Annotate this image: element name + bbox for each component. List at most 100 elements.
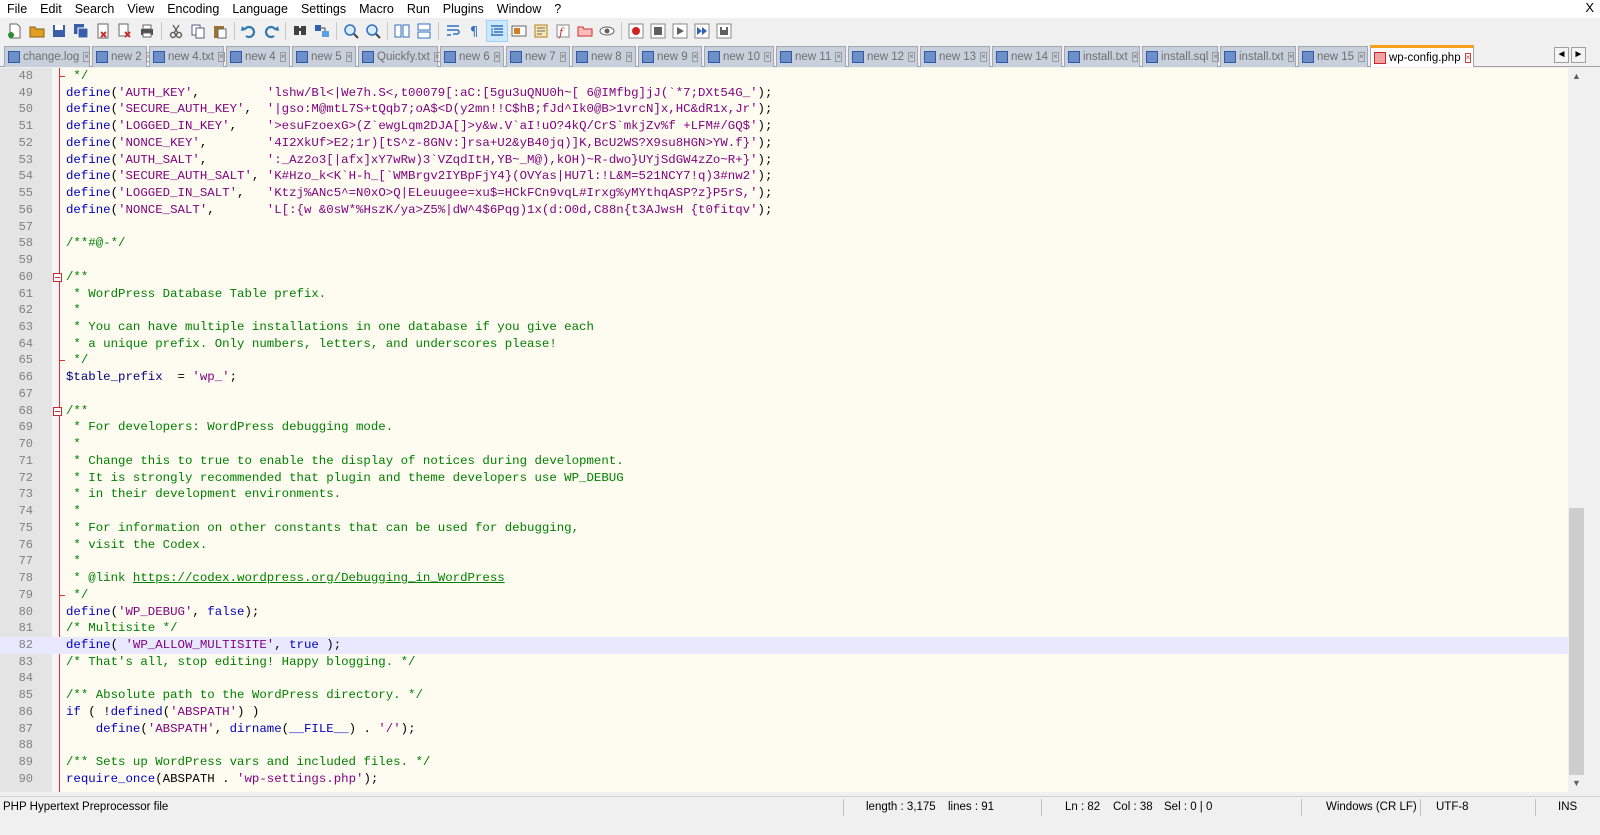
code-line[interactable]: 61 * WordPress Database Table prefix.	[0, 286, 1568, 303]
copy-icon[interactable]	[187, 20, 209, 42]
code-line[interactable]: 57	[0, 219, 1568, 236]
save-all-icon[interactable]	[70, 20, 92, 42]
code-line[interactable]: 75 * For information on other constants …	[0, 520, 1568, 537]
tab-change-log[interactable]: change.log ×	[4, 46, 90, 67]
open-file-icon[interactable]	[26, 20, 48, 42]
tab-close-icon[interactable]: ×	[1358, 52, 1365, 62]
code-line[interactable]: 79 */	[0, 587, 1568, 604]
tab-close-icon[interactable]: ×	[691, 52, 699, 62]
tab-new-13[interactable]: new 13 ×	[920, 46, 990, 67]
code-line[interactable]: 71 * Change this to true to enable the d…	[0, 453, 1568, 470]
sync-vertical-icon[interactable]	[391, 20, 413, 42]
zoom-out-icon[interactable]	[362, 20, 384, 42]
tab-new-2[interactable]: new 2×	[92, 46, 153, 67]
code-line[interactable]: 77 *	[0, 553, 1568, 570]
cut-icon[interactable]	[165, 20, 187, 42]
tab-close-icon[interactable]: ×	[1287, 52, 1295, 62]
word-wrap-icon[interactable]	[442, 20, 464, 42]
code-line[interactable]: 76 * visit the Codex.	[0, 537, 1568, 554]
sync-horizontal-icon[interactable]	[413, 20, 435, 42]
code-line[interactable]: 70 *	[0, 436, 1568, 453]
menu-view[interactable]: View	[120, 0, 160, 18]
status-insert-mode[interactable]: INS	[1558, 797, 1577, 818]
tab-scroll-left-button[interactable]: ◄	[1554, 47, 1569, 63]
code-line[interactable]: 65 */	[0, 352, 1568, 369]
menu-encoding[interactable]: Encoding	[160, 0, 225, 18]
tab-wp-config-php[interactable]: wp-config.php ×	[1370, 45, 1474, 67]
code-line[interactable]: 74 *	[0, 503, 1568, 520]
code-line[interactable]: 82 define( 'WP_ALLOW_MULTISITE', true );	[0, 636, 1568, 654]
new-file-icon[interactable]	[4, 20, 26, 42]
code-line[interactable]: 87 define('ABSPATH', dirname(__FILE__) .…	[0, 721, 1568, 738]
menu-settings[interactable]: Settings	[294, 0, 352, 18]
code-line[interactable]: 83 /* That's all, stop editing! Happy blo…	[0, 654, 1568, 671]
close-window-button[interactable]: X	[1585, 0, 1594, 16]
code-line[interactable]: 60 /**	[0, 269, 1568, 286]
tab-close-icon[interactable]: ×	[764, 52, 771, 62]
tab-new-12[interactable]: new 12 ×	[848, 46, 918, 67]
save-icon[interactable]	[48, 20, 70, 42]
zoom-in-icon[interactable]	[340, 20, 362, 42]
scroll-thumb[interactable]	[1569, 508, 1584, 775]
doc-map-icon[interactable]	[530, 20, 552, 42]
code-line[interactable]: 48 */	[0, 68, 1568, 85]
tab-close-icon[interactable]: ×	[1131, 52, 1139, 62]
undo-icon[interactable]	[238, 20, 260, 42]
code-line[interactable]: 88	[0, 737, 1568, 754]
tab-close-icon[interactable]: ×	[1464, 52, 1472, 63]
code-line[interactable]: 56 define('NONCE_SALT', 'L[:{w &0sW*%HszK…	[0, 202, 1568, 219]
code-line[interactable]: 68 /**	[0, 403, 1568, 420]
tab-close-icon[interactable]: ×	[218, 52, 225, 62]
tab-new-10[interactable]: new 10 ×	[704, 46, 774, 67]
tab-install-sql[interactable]: install.sql ×	[1142, 46, 1219, 67]
tab-close-icon[interactable]: ×	[345, 52, 353, 62]
tab-install-txt[interactable]: install.txt ×	[1064, 46, 1140, 67]
tab-close-icon[interactable]: ×	[908, 52, 915, 62]
stop-macro-icon[interactable]	[647, 20, 669, 42]
tab-new-4-txt[interactable]: new 4.txt ×	[149, 46, 225, 67]
code-line[interactable]: 59	[0, 252, 1568, 269]
tab-new-8[interactable]: new 8 ×	[572, 46, 636, 67]
menu-run[interactable]: Run	[400, 0, 436, 18]
code-line[interactable]: 85 /** Absolute path to the WordPress dir…	[0, 687, 1568, 704]
tab-new-5[interactable]: new 5 ×	[292, 46, 356, 67]
menu-macro[interactable]: Macro	[352, 0, 400, 18]
function-list-icon[interactable]: f	[552, 20, 574, 42]
tab-close-icon[interactable]: ×	[1052, 52, 1059, 62]
code-line[interactable]: 81 /* Multisite */	[0, 620, 1568, 637]
save-macro-icon[interactable]	[713, 20, 735, 42]
paste-icon[interactable]	[209, 20, 231, 42]
close-icon[interactable]	[92, 20, 114, 42]
redo-icon[interactable]	[260, 20, 282, 42]
user-lang-icon[interactable]	[508, 20, 530, 42]
code-editor[interactable]: 48 */49 define('AUTH_KEY', 'lshw/Bl<|We7h…	[0, 68, 1568, 792]
tab-close-icon[interactable]: ×	[83, 52, 90, 62]
tab-close-icon[interactable]: ×	[559, 52, 567, 62]
code-line[interactable]: 73 * in their development environments.	[0, 486, 1568, 503]
tab-quickfy-txt[interactable]: Quickfy.txt ×	[358, 46, 441, 67]
code-line[interactable]: 86 if ( !defined('ABSPATH') )	[0, 704, 1568, 721]
tab-new-11[interactable]: new 11 ×	[776, 46, 846, 67]
tab-new-4[interactable]: new 4 ×	[226, 46, 290, 67]
code-line[interactable]: 90 require_once(ABSPATH . 'wp-settings.ph…	[0, 771, 1568, 788]
replace-icon[interactable]	[311, 20, 333, 42]
code-line[interactable]: 66 $table_prefix = 'wp_';	[0, 369, 1568, 386]
code-line[interactable]: 84	[0, 670, 1568, 687]
code-line[interactable]: 58 /**#@-*/	[0, 235, 1568, 252]
tab-new-6[interactable]: new 6 ×	[440, 46, 504, 67]
print-icon[interactable]	[136, 20, 158, 42]
menu-help[interactable]: ?	[547, 0, 567, 18]
monitoring-icon[interactable]	[596, 20, 618, 42]
code-line[interactable]: 53 define('AUTH_SALT', ':_Az2o3[|afx]xY7w…	[0, 152, 1568, 169]
folder-workspace-icon[interactable]	[574, 20, 596, 42]
menu-file[interactable]: File	[0, 0, 33, 18]
fold-toggle-icon[interactable]	[53, 272, 62, 282]
vertical-scrollbar[interactable]: ▲ ▼	[1568, 68, 1585, 792]
tab-install-txt[interactable]: install.txt ×	[1220, 46, 1296, 67]
code-line[interactable]: 63 * You can have multiple installations…	[0, 319, 1568, 336]
code-line[interactable]: 67	[0, 386, 1568, 403]
find-icon[interactable]	[289, 20, 311, 42]
indent-guide-icon[interactable]	[486, 19, 508, 42]
code-line[interactable]: 80 define('WP_DEBUG', false);	[0, 604, 1568, 621]
code-line[interactable]: 69 * For developers: WordPress debugging…	[0, 419, 1568, 436]
